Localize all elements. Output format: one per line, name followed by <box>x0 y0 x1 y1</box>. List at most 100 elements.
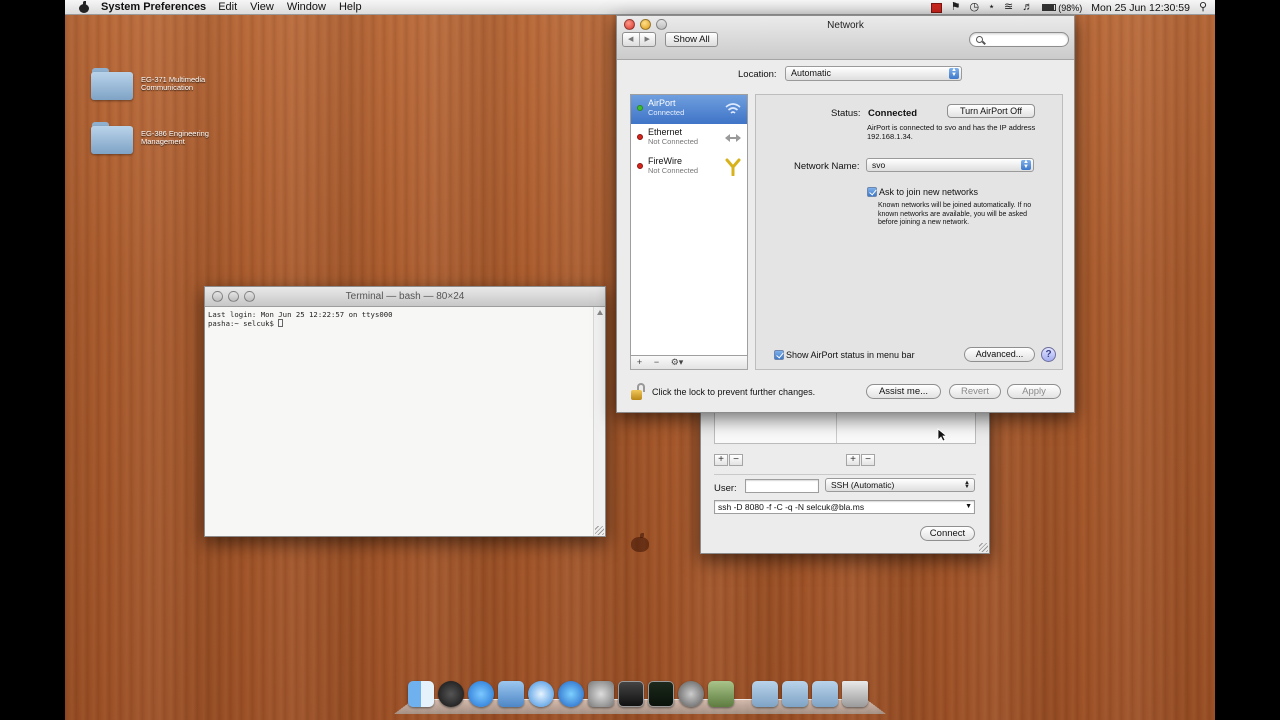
network-preferences-window[interactable]: Network ◀ ▶ Show All Location: Automatic… <box>616 15 1075 413</box>
location-label: Location: <box>738 69 777 80</box>
bbedit-icon[interactable] <box>678 681 704 707</box>
spotlight-icon[interactable]: ⚲ <box>1199 2 1207 13</box>
add-service-button[interactable]: + <box>631 356 648 369</box>
minimize-button[interactable] <box>228 291 239 302</box>
ssh-mode-select[interactable]: SSH (Automatic) ▲ ▼ <box>825 478 975 492</box>
search-icon <box>976 36 983 43</box>
help-button[interactable]: ? <box>1041 347 1056 362</box>
remove-host-button[interactable]: − <box>729 454 743 466</box>
apple-menu-icon[interactable] <box>77 1 91 13</box>
network-toolbar[interactable]: Network ◀ ▶ Show All <box>617 16 1074 60</box>
minimize-button[interactable] <box>640 19 651 30</box>
dashboard-icon[interactable] <box>438 681 464 707</box>
terminal-content[interactable]: Last login: Mon Jun 25 12:22:57 on ttys0… <box>205 307 593 536</box>
applications-folder-icon[interactable] <box>752 681 778 707</box>
script-editor-icon[interactable] <box>708 681 734 707</box>
wifi-status-icon[interactable]: ≊ <box>1004 2 1013 13</box>
battery-indicator[interactable]: (98%) <box>1042 3 1082 13</box>
resize-handle[interactable] <box>595 526 604 535</box>
connect-button[interactable]: Connect <box>920 526 975 541</box>
command-dropdown-icon[interactable]: ▼ <box>965 501 972 513</box>
menu-help[interactable]: Help <box>339 1 362 13</box>
show-all-button[interactable]: Show All <box>665 32 718 47</box>
terminal-cursor <box>278 319 284 327</box>
itunes-icon[interactable] <box>558 681 584 707</box>
ethernet-icon <box>724 129 742 147</box>
service-list-toolbar: + − ⚙▾ <box>630 356 748 370</box>
menu-clock[interactable]: Mon 25 Jun 12:30:59 <box>1091 2 1190 14</box>
status-app-icon[interactable] <box>930 2 942 13</box>
menu-edit[interactable]: Edit <box>218 1 237 13</box>
wifi-icon <box>724 100 742 118</box>
terminal-title: Terminal — bash — 80×24 <box>345 291 465 302</box>
safari-icon[interactable] <box>528 681 554 707</box>
popup-arrows-icon: ▲ ▼ <box>949 67 959 79</box>
turn-airport-off-button[interactable]: Turn AirPort Off <box>947 104 1035 118</box>
documents-folder-icon[interactable] <box>782 681 808 707</box>
bookmark-icon[interactable]: ⚑ <box>951 2 961 13</box>
user-field[interactable] <box>745 479 819 493</box>
back-arrow-icon[interactable]: ◀ <box>623 33 640 46</box>
revert-button[interactable]: Revert <box>949 384 1001 399</box>
network-name-label: Network Name: <box>794 161 860 172</box>
terminal-icon[interactable] <box>618 681 644 707</box>
downloads-folder-icon[interactable] <box>812 681 838 707</box>
terminal-window[interactable]: Terminal — bash — 80×24 Last login: Mon … <box>204 286 606 537</box>
forward-arrow-icon[interactable]: ▶ <box>640 33 656 46</box>
preview-icon[interactable] <box>498 681 524 707</box>
ask-join-checkbox[interactable] <box>867 187 877 197</box>
advanced-button[interactable]: Advanced... <box>964 347 1035 362</box>
zoom-button[interactable] <box>244 291 255 302</box>
close-button[interactable] <box>212 291 223 302</box>
folder-icon <box>91 68 133 100</box>
service-ethernet[interactable]: Ethernet Not Connected <box>631 124 747 153</box>
volume-icon[interactable]: ♬ <box>1022 2 1033 13</box>
assist-me-button[interactable]: Assist me... <box>866 384 941 399</box>
resize-handle[interactable] <box>979 543 988 552</box>
desktop-folder-eg371[interactable]: EG-371 Multimedia Communication <box>91 68 221 100</box>
remove-tunnel-button[interactable]: − <box>861 454 875 466</box>
zoom-button[interactable] <box>656 19 667 30</box>
finder-icon[interactable] <box>408 681 434 707</box>
show-status-label[interactable]: Show AirPort status in menu bar <box>786 350 915 360</box>
network-service-list[interactable]: AirPort Connected Ethernet Not Connected… <box>630 94 748 356</box>
desktop-folder-eg386[interactable]: EG-386 Engineering Management <box>91 122 221 154</box>
gear-icon[interactable]: ⚙▾ <box>665 356 689 369</box>
ssh-command-value: ssh -D 8080 -f -C -q -N selcuk@bla.ms <box>718 502 865 512</box>
terminal-titlebar[interactable]: Terminal — bash — 80×24 <box>205 287 605 307</box>
add-tunnel-button[interactable]: + <box>846 454 860 466</box>
app-store-icon[interactable] <box>468 681 494 707</box>
terminal-scrollbar[interactable] <box>593 307 605 536</box>
apply-button[interactable]: Apply <box>1007 384 1061 399</box>
lock-icon[interactable] <box>631 383 645 400</box>
menu-window[interactable]: Window <box>287 1 326 13</box>
battery-percent: (98%) <box>1058 2 1083 13</box>
service-firewire[interactable]: FireWire Not Connected <box>631 153 747 182</box>
close-button[interactable] <box>624 19 635 30</box>
search-field[interactable] <box>969 32 1069 47</box>
system-preferences-icon[interactable] <box>588 681 614 707</box>
status-dot-disconnected <box>637 163 643 169</box>
window-title: Network <box>827 20 864 31</box>
activity-monitor-icon[interactable] <box>648 681 674 707</box>
ssh-command-field[interactable]: ssh -D 8080 -f -C -q -N selcuk@bla.ms ▼ <box>714 500 975 514</box>
bluetooth-icon[interactable]: ⋆ <box>988 2 995 13</box>
add-host-button[interactable]: + <box>714 454 728 466</box>
back-forward-control[interactable]: ◀ ▶ <box>622 32 656 47</box>
show-status-checkbox[interactable] <box>774 350 784 360</box>
menu-bar: System Preferences Edit View Window Help… <box>65 0 1215 15</box>
menu-view[interactable]: View <box>250 1 274 13</box>
trash-icon[interactable] <box>842 681 868 707</box>
status-dot-disconnected <box>637 134 643 140</box>
app-menu[interactable]: System Preferences <box>101 1 206 13</box>
network-name-select[interactable]: svo ▲ ▼ <box>866 158 1034 172</box>
ask-join-label[interactable]: Ask to join new networks <box>879 187 978 197</box>
service-detail-pane: Status: Connected Turn AirPort Off AirPo… <box>755 94 1063 370</box>
time-machine-icon[interactable]: ◷ <box>970 2 980 13</box>
remove-service-button[interactable]: − <box>648 356 665 369</box>
dock <box>394 681 886 714</box>
ssh-mode-value: SSH (Automatic) <box>831 480 895 490</box>
service-airport[interactable]: AirPort Connected <box>631 95 747 124</box>
location-select[interactable]: Automatic ▲ ▼ <box>785 66 962 81</box>
lock-message: Click the lock to prevent further change… <box>652 387 816 397</box>
